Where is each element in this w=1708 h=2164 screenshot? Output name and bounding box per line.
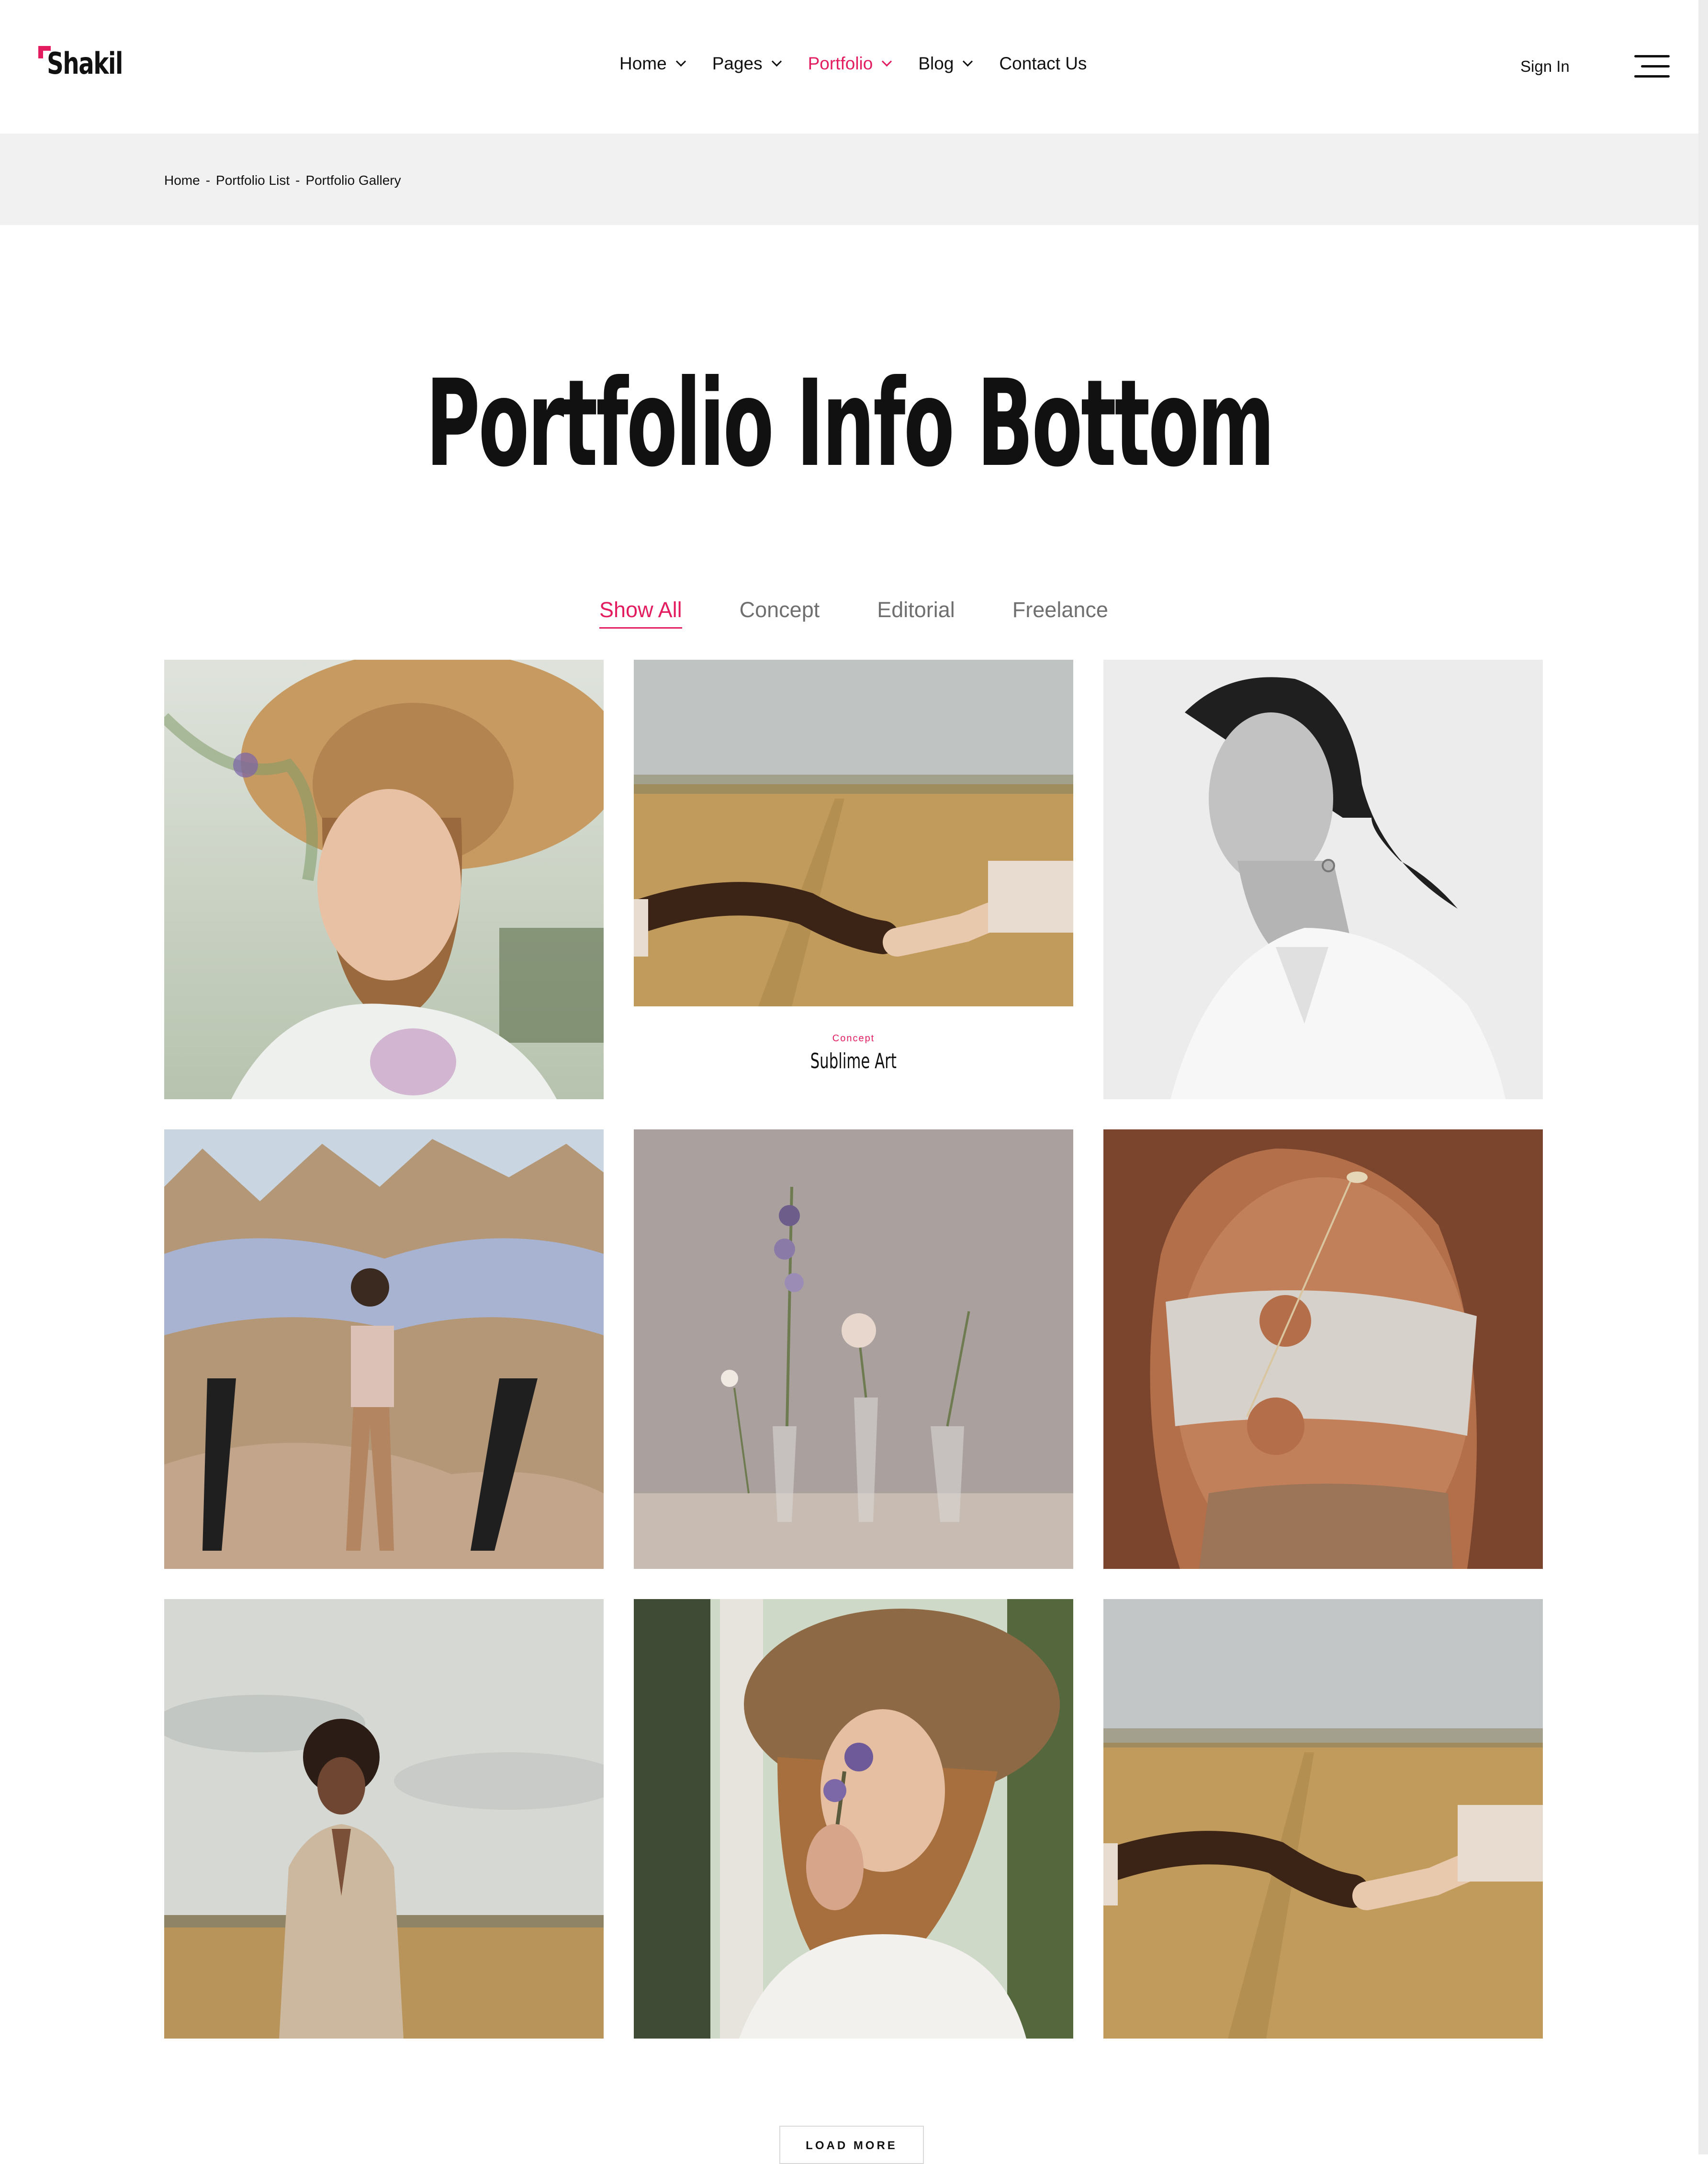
- portfolio-image: [634, 660, 1073, 1006]
- breadcrumb-current: Portfolio Gallery: [305, 173, 401, 188]
- breadcrumb-portfolio-list[interactable]: Portfolio List: [216, 173, 290, 188]
- nav-item-pages[interactable]: Pages: [712, 54, 782, 74]
- logo-text: Shakil: [47, 46, 123, 81]
- nav-item-home[interactable]: Home: [619, 54, 686, 74]
- breadcrumb-bar: Home - Portfolio List - Portfolio Galler…: [0, 134, 1698, 225]
- nav-label: Pages: [712, 54, 763, 73]
- nav-item-portfolio[interactable]: Portfolio: [808, 54, 892, 74]
- portfolio-image: [1103, 660, 1543, 1099]
- portfolio-image: [634, 1599, 1073, 2039]
- portfolio-item[interactable]: Concept Sublime Art: [634, 660, 1073, 1099]
- site-header: Shakil Home Pages Portfolio Blog Contact…: [0, 0, 1698, 134]
- portfolio-item[interactable]: [164, 1599, 604, 2039]
- portfolio-image: [1103, 1129, 1543, 1569]
- page-title-text: Portfolio Info Bottom: [426, 354, 1275, 493]
- page-title: Portfolio Info Bottom: [0, 364, 1698, 484]
- chevron-down-icon: [963, 56, 973, 67]
- portfolio-image: [1103, 1599, 1543, 2039]
- filter-concept[interactable]: Concept: [740, 597, 820, 629]
- nav-item-contact-us[interactable]: Contact Us: [999, 54, 1087, 74]
- nav-label: Blog: [918, 54, 954, 73]
- portfolio-item[interactable]: [164, 660, 604, 1099]
- filter-freelance[interactable]: Freelance: [1012, 597, 1108, 629]
- hamburger-menu-icon[interactable]: [1632, 54, 1670, 79]
- chevron-down-icon: [882, 56, 892, 67]
- portfolio-item-category[interactable]: Concept: [634, 1033, 1073, 1044]
- nav-label: Portfolio: [808, 54, 873, 73]
- breadcrumb-home[interactable]: Home: [164, 173, 200, 188]
- nav-label: Contact Us: [999, 54, 1087, 73]
- load-more-button[interactable]: LOAD MORE: [779, 2126, 924, 2164]
- breadcrumb: Home - Portfolio List - Portfolio Galler…: [164, 173, 401, 188]
- scrollbar-track[interactable]: [1698, 0, 1708, 2154]
- portfolio-item[interactable]: [634, 1599, 1073, 2039]
- portfolio-item-info: Concept Sublime Art: [634, 1033, 1073, 1073]
- portfolio-grid: Concept Sublime Art: [164, 660, 1543, 2039]
- portfolio-image: [164, 1129, 604, 1569]
- portfolio-image: [164, 660, 604, 1099]
- filter-show-all[interactable]: Show All: [599, 597, 682, 629]
- portfolio-item[interactable]: [634, 1129, 1073, 1569]
- breadcrumb-separator: -: [295, 173, 300, 188]
- sign-in-link[interactable]: Sign In: [1520, 57, 1570, 76]
- portfolio-filters: Show All Concept Editorial Freelance: [599, 597, 1166, 629]
- filter-editorial[interactable]: Editorial: [877, 597, 955, 629]
- portfolio-item[interactable]: [1103, 1129, 1543, 1569]
- portfolio-item[interactable]: [1103, 1599, 1543, 2039]
- main-nav: Home Pages Portfolio Blog Contact Us: [619, 54, 1114, 74]
- portfolio-image: [164, 1599, 604, 2039]
- portfolio-item-title[interactable]: Sublime Art: [810, 1049, 897, 1073]
- nav-item-blog[interactable]: Blog: [918, 54, 973, 74]
- portfolio-item[interactable]: [164, 1129, 604, 1569]
- portfolio-item[interactable]: [1103, 660, 1543, 1099]
- chevron-down-icon: [771, 56, 782, 67]
- breadcrumb-separator: -: [205, 173, 211, 188]
- chevron-down-icon: [675, 56, 686, 67]
- portfolio-image: [634, 1129, 1073, 1569]
- nav-label: Home: [619, 54, 667, 73]
